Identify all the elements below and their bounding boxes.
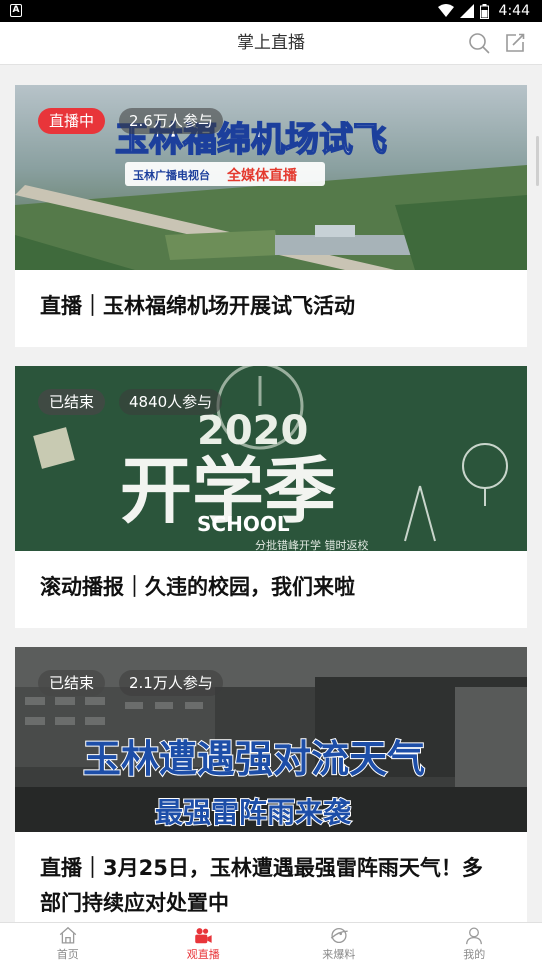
tab-label: 首页 bbox=[56, 948, 79, 961]
edit-icon[interactable] bbox=[504, 32, 526, 54]
home-icon bbox=[59, 926, 76, 944]
svg-text:SCHOOL: SCHOOL bbox=[197, 512, 290, 536]
live-card-thumbnail[interactable]: 玉林遭遇强对流天气 最强雷阵雨来袭 已结束 2.1万人参与 bbox=[15, 647, 527, 832]
status-badge-ended: 已结束 bbox=[38, 389, 106, 415]
notification-a-icon: A bbox=[10, 4, 22, 17]
live-camera-icon bbox=[195, 928, 212, 944]
tab-label: 来爆料 bbox=[322, 948, 356, 961]
svg-text:分批错峰开学 错时返校: 分批错峰开学 错时返校 bbox=[255, 538, 369, 551]
live-card[interactable]: 玉林福绵机场试飞 玉林广播电视台 全媒体直播 直播中 2.6万人参与 直播｜玉林… bbox=[15, 85, 527, 347]
live-card-thumbnail[interactable]: 2020 开学季 SCHOOL 分批错峰开学 错时返校 已结束 4840人参与 bbox=[15, 366, 527, 551]
participant-count: 2.1万人参与 bbox=[119, 670, 223, 696]
battery-icon bbox=[479, 3, 489, 19]
svg-text:最强雷阵雨来袭: 最强雷阵雨来袭 bbox=[155, 796, 352, 829]
status-badge-ended: 已结束 bbox=[38, 670, 106, 696]
tab-home[interactable]: 首页 bbox=[0, 923, 136, 962]
status-badge-live: 直播中 bbox=[38, 108, 106, 134]
status-icons: 4:44 bbox=[437, 2, 530, 20]
live-card-title[interactable]: 直播｜玉林福绵机场开展试飞活动 bbox=[15, 270, 527, 324]
tab-label: 我的 bbox=[463, 948, 486, 961]
profile-icon bbox=[466, 927, 483, 945]
live-card[interactable]: 2020 开学季 SCHOOL 分批错峰开学 错时返校 已结束 4840人参与 … bbox=[15, 366, 527, 628]
clock-time: 4:44 bbox=[498, 3, 530, 19]
banner-year: 2020 bbox=[197, 408, 308, 454]
live-card-title[interactable]: 直播｜3月25日，玉林遭遇最强雷阵雨天气！多部门持续应对处置中 bbox=[15, 832, 527, 921]
report-icon bbox=[330, 927, 348, 944]
live-card[interactable]: 玉林遭遇强对流天气 最强雷阵雨来袭 已结束 2.1万人参与 直播｜3月25日，玉… bbox=[15, 647, 527, 922]
search-icon[interactable] bbox=[468, 32, 490, 54]
tab-live[interactable]: 观直播 bbox=[136, 923, 272, 962]
banner-headline: 玉林遭遇强对流天气 bbox=[83, 737, 425, 781]
participant-count: 4840人参与 bbox=[119, 389, 223, 415]
tab-report[interactable]: 来爆料 bbox=[271, 923, 407, 962]
wifi-icon bbox=[437, 4, 454, 17]
tab-label: 观直播 bbox=[186, 948, 220, 961]
live-feed: 玉林福绵机场试飞 玉林广播电视台 全媒体直播 直播中 2.6万人参与 直播｜玉林… bbox=[0, 66, 542, 922]
svg-text:玉林广播电视台: 玉林广播电视台 bbox=[133, 168, 210, 182]
svg-text:全媒体直播: 全媒体直播 bbox=[226, 167, 298, 184]
bottom-tab-bar: 首页 观直播 来爆料 我的 bbox=[0, 922, 542, 962]
tab-profile[interactable]: 我的 bbox=[407, 923, 542, 962]
signal-icon bbox=[459, 4, 474, 18]
live-card-title[interactable]: 滚动播报｜久违的校园，我们来啦 bbox=[15, 551, 527, 605]
page-title: 掌上直播 bbox=[237, 33, 305, 53]
status-bar: A 4:44 bbox=[0, 0, 542, 22]
app-header: 掌上直播 bbox=[0, 22, 542, 65]
live-card-thumbnail[interactable]: 玉林福绵机场试飞 玉林广播电视台 全媒体直播 直播中 2.6万人参与 bbox=[15, 85, 527, 270]
participant-count: 2.6万人参与 bbox=[119, 108, 223, 134]
scrollbar[interactable] bbox=[536, 136, 539, 186]
